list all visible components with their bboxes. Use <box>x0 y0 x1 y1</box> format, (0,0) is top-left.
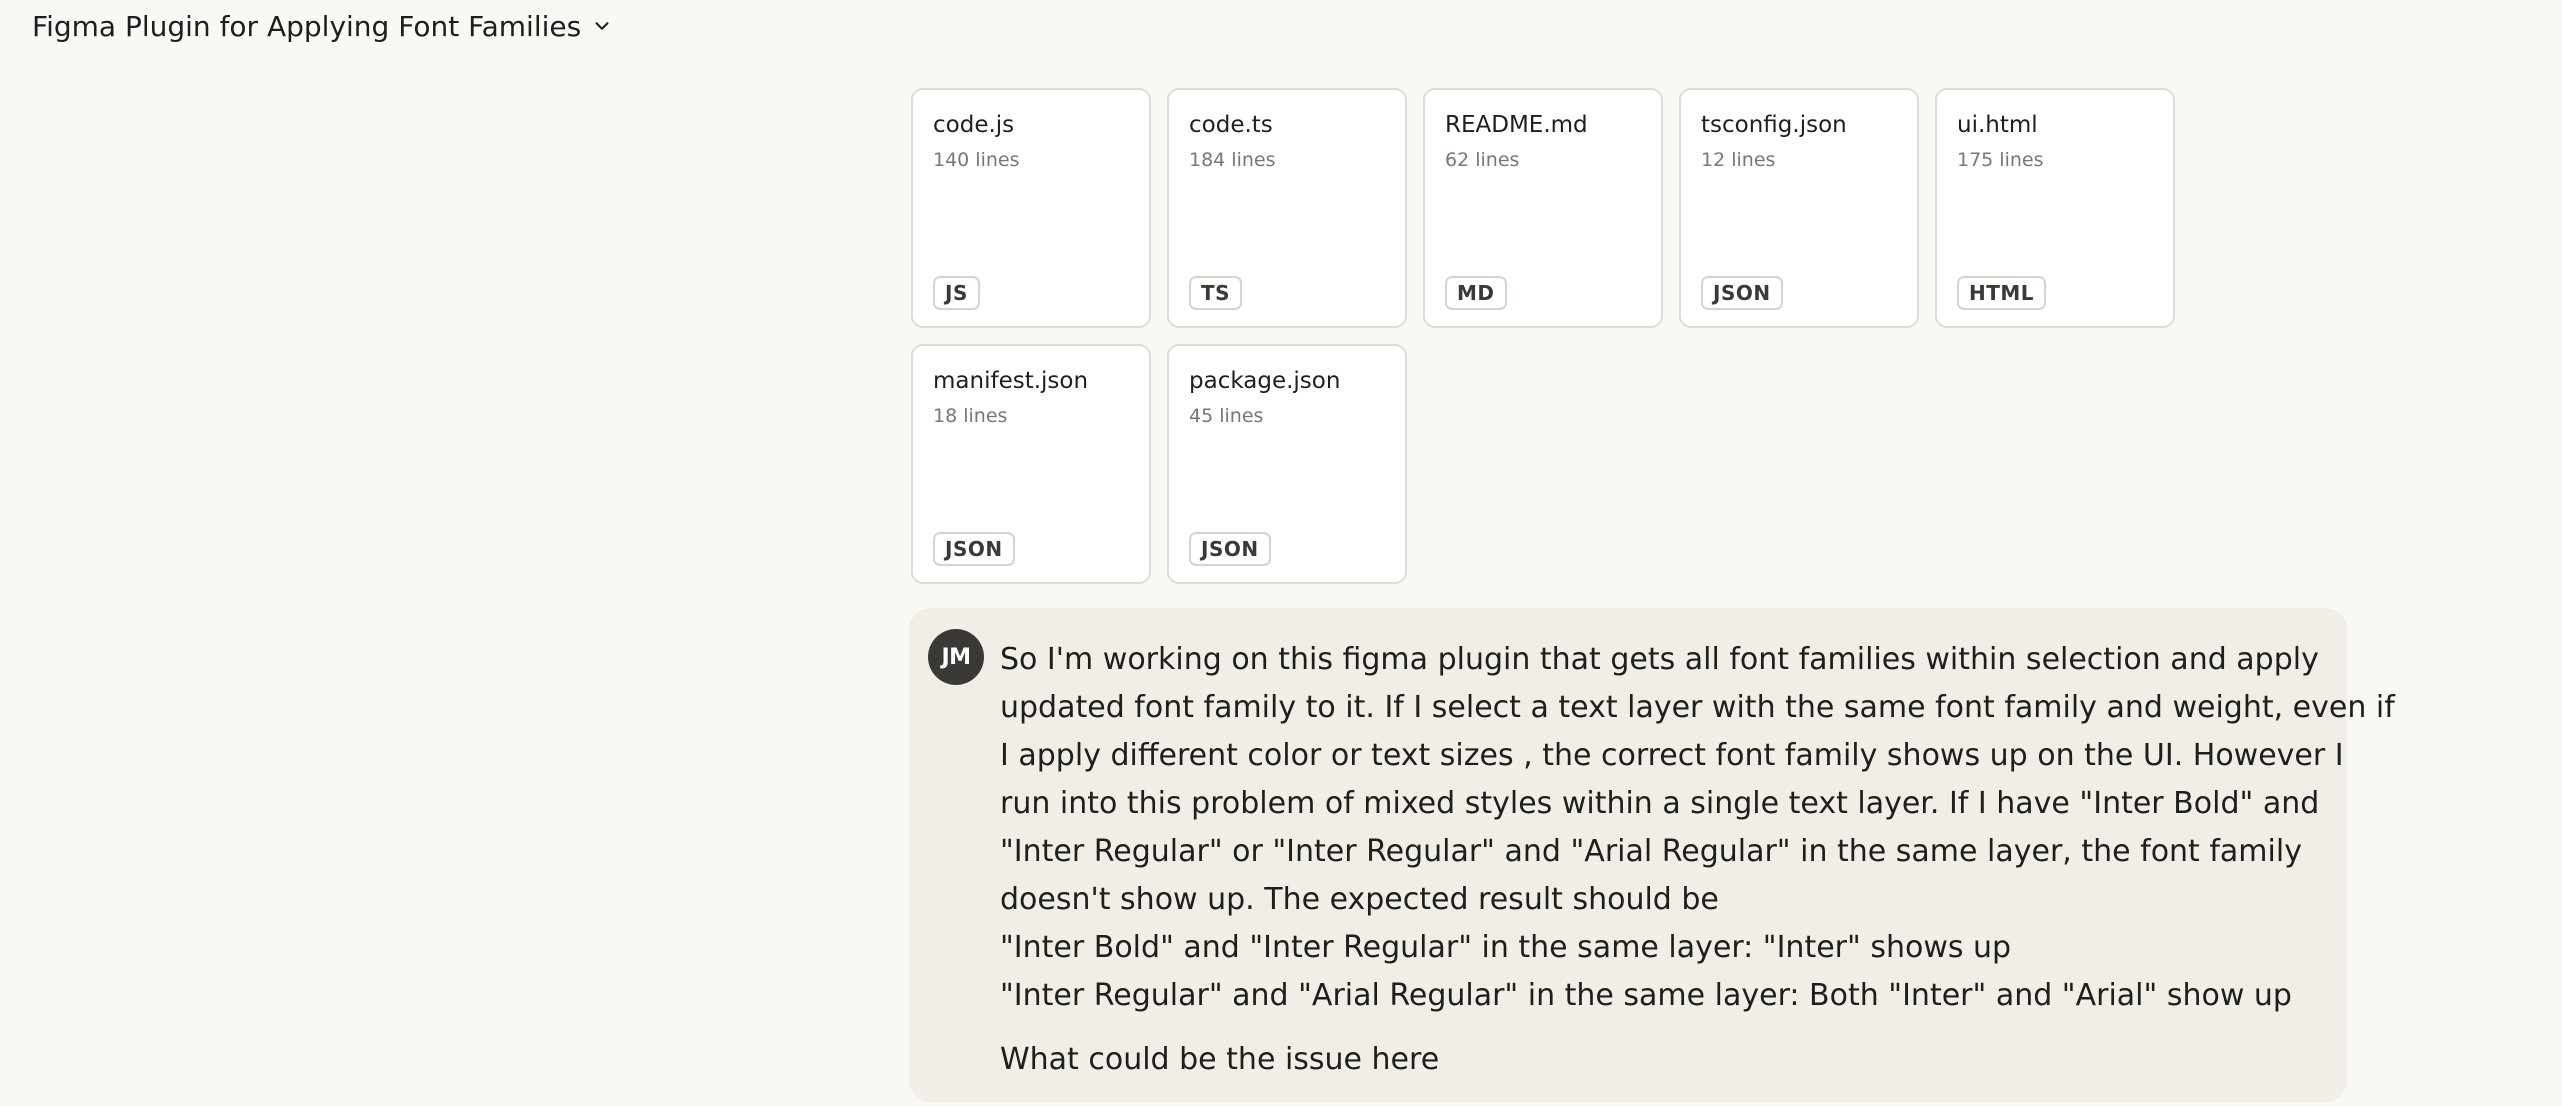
file-name: package.json <box>1189 368 1341 394</box>
file-name: tsconfig.json <box>1701 112 1847 138</box>
file-line-count: 184 lines <box>1189 149 1276 171</box>
conversation-title: Figma Plugin for Applying Font Families <box>32 9 582 43</box>
file-card-code-js[interactable]: code.js 140 lines JS <box>911 88 1151 328</box>
file-card-code-ts[interactable]: code.ts 184 lines TS <box>1167 88 1407 328</box>
file-card-readme-md[interactable]: README.md 62 lines MD <box>1423 88 1663 328</box>
message-line: I apply different color or text sizes , … <box>1000 738 2344 773</box>
file-type-badge: JS <box>933 276 980 310</box>
file-name: code.ts <box>1189 112 1273 138</box>
message-line: "Inter Regular" or "Inter Regular" and "… <box>1000 834 2302 869</box>
chat-page: Figma Plugin for Applying Font Families … <box>0 0 2562 1106</box>
file-type-badge: TS <box>1189 276 1243 310</box>
file-type-badge: JSON <box>1701 276 1783 310</box>
chevron-down-icon <box>595 22 609 30</box>
message-question: What could be the issue here <box>1000 1042 1440 1077</box>
attached-files-grid: code.js 140 lines JS code.ts 184 lines T… <box>911 88 2211 584</box>
file-line-count: 12 lines <box>1701 149 1776 171</box>
file-line-count: 140 lines <box>933 149 1020 171</box>
file-type-badge: JSON <box>1189 532 1271 566</box>
message-line: updated font family to it. If I select a… <box>1000 690 2395 725</box>
file-type-badge: HTML <box>1957 276 2047 310</box>
file-line-count: 18 lines <box>933 405 1008 427</box>
user-message: JM So I'm working on this figma plugin t… <box>909 608 2395 1102</box>
file-line-count: 175 lines <box>1957 149 2044 171</box>
file-name: README.md <box>1445 112 1588 138</box>
message-line: So I'm working on this figma plugin that… <box>1000 642 2319 677</box>
message-line: "Inter Bold" and "Inter Regular" in the … <box>1000 930 2012 965</box>
file-name: code.js <box>933 112 1015 138</box>
file-name: ui.html <box>1957 112 2038 138</box>
file-name: manifest.json <box>933 368 1089 394</box>
avatar: JM <box>928 629 984 685</box>
file-card-package-json[interactable]: package.json 45 lines JSON <box>1167 344 1407 584</box>
message-line: doesn't show up. The expected result sho… <box>1000 882 1719 917</box>
file-type-badge: JSON <box>933 532 1015 566</box>
message-line: run into this problem of mixed styles wi… <box>1000 786 2320 821</box>
file-type-badge: MD <box>1445 276 1507 310</box>
file-card-manifest-json[interactable]: manifest.json 18 lines JSON <box>911 344 1151 584</box>
file-card-ui-html[interactable]: ui.html 175 lines HTML <box>1935 88 2175 328</box>
message-line: "Inter Regular" and "Arial Regular" in t… <box>1000 978 2292 1013</box>
file-card-tsconfig-json[interactable]: tsconfig.json 12 lines JSON <box>1679 88 1919 328</box>
message-body: So I'm working on this figma plugin that… <box>1000 636 2395 1020</box>
file-line-count: 45 lines <box>1189 405 1264 427</box>
file-line-count: 62 lines <box>1445 149 1520 171</box>
conversation-title-dropdown[interactable]: Figma Plugin for Applying Font Families <box>32 6 613 46</box>
